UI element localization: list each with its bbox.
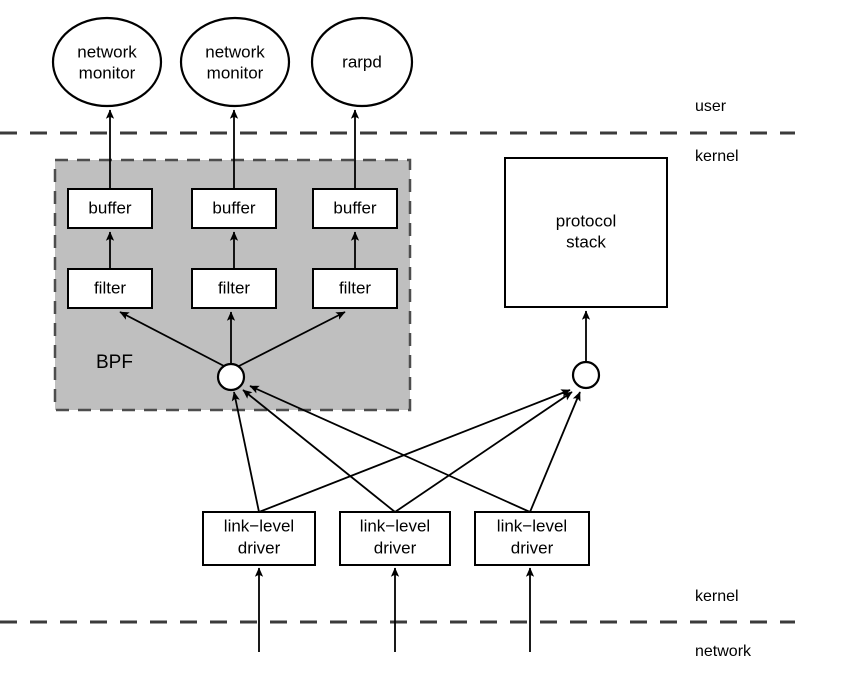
boundary-label-network: network [695,643,752,660]
bpf-region-label: BPF [96,352,133,373]
boundary-user-kernel: user kernel [0,98,795,165]
bpf-architecture-diagram: BPF user kernel kernel network network m… [0,16,795,660]
link-level-driver-node[interactable]: link−level driver [202,511,316,566]
filter-node[interactable]: filter [67,268,153,309]
driver-label-line1: link−level [360,516,430,535]
buffer-label: buffer [333,198,377,217]
application-node[interactable]: network monitor [179,16,291,108]
filter-node[interactable]: filter [191,268,277,309]
buffer-node[interactable]: buffer [312,188,398,229]
filter-label: filter [218,278,250,297]
filter-label: filter [94,278,126,297]
boundary-kernel-network: kernel network [0,588,795,660]
boundary-label-kernel-top: kernel [695,148,739,165]
link-level-driver-node[interactable]: link−level driver [339,511,451,566]
application-label-line1: network [77,42,137,61]
application-label-line1: rarpd [342,52,382,71]
application-node[interactable]: network monitor [51,16,163,108]
driver-label-line2: driver [511,538,554,557]
diagram-canvas: BPF user kernel kernel network network m… [0,0,842,692]
buffer-label: buffer [212,198,256,217]
driver-label-line2: driver [238,538,281,557]
flow-driver2-to-protocol-tap [394,391,573,513]
link-level-driver-node[interactable]: link−level driver [474,511,590,566]
flow-driver3-to-protocol-tap [529,391,581,513]
boundary-label-user: user [695,98,727,115]
protocol-stack-label-line2: stack [566,232,606,251]
network-to-driver-flows [254,567,535,652]
protocol-stack-label-line1: protocol [556,211,616,230]
application-label-line2: monitor [207,63,264,82]
filter-node[interactable]: filter [312,268,398,309]
buffer-node[interactable]: buffer [67,188,153,229]
driver-label-line1: link−level [224,516,294,535]
bpf-tap-junction[interactable] [216,362,246,392]
driver-label-line2: driver [374,538,417,557]
protocol-stack-node[interactable]: protocol stack [504,157,668,308]
application-label-line1: network [205,42,265,61]
driver-label-line1: link−level [497,516,567,535]
protocol-tap-junction[interactable] [571,360,601,390]
boundary-label-kernel-bottom: kernel [695,588,739,605]
application-node[interactable]: rarpd [310,16,414,108]
buffer-node[interactable]: buffer [191,188,277,229]
filter-label: filter [339,278,371,297]
buffer-label: buffer [88,198,132,217]
application-label-line2: monitor [79,63,136,82]
